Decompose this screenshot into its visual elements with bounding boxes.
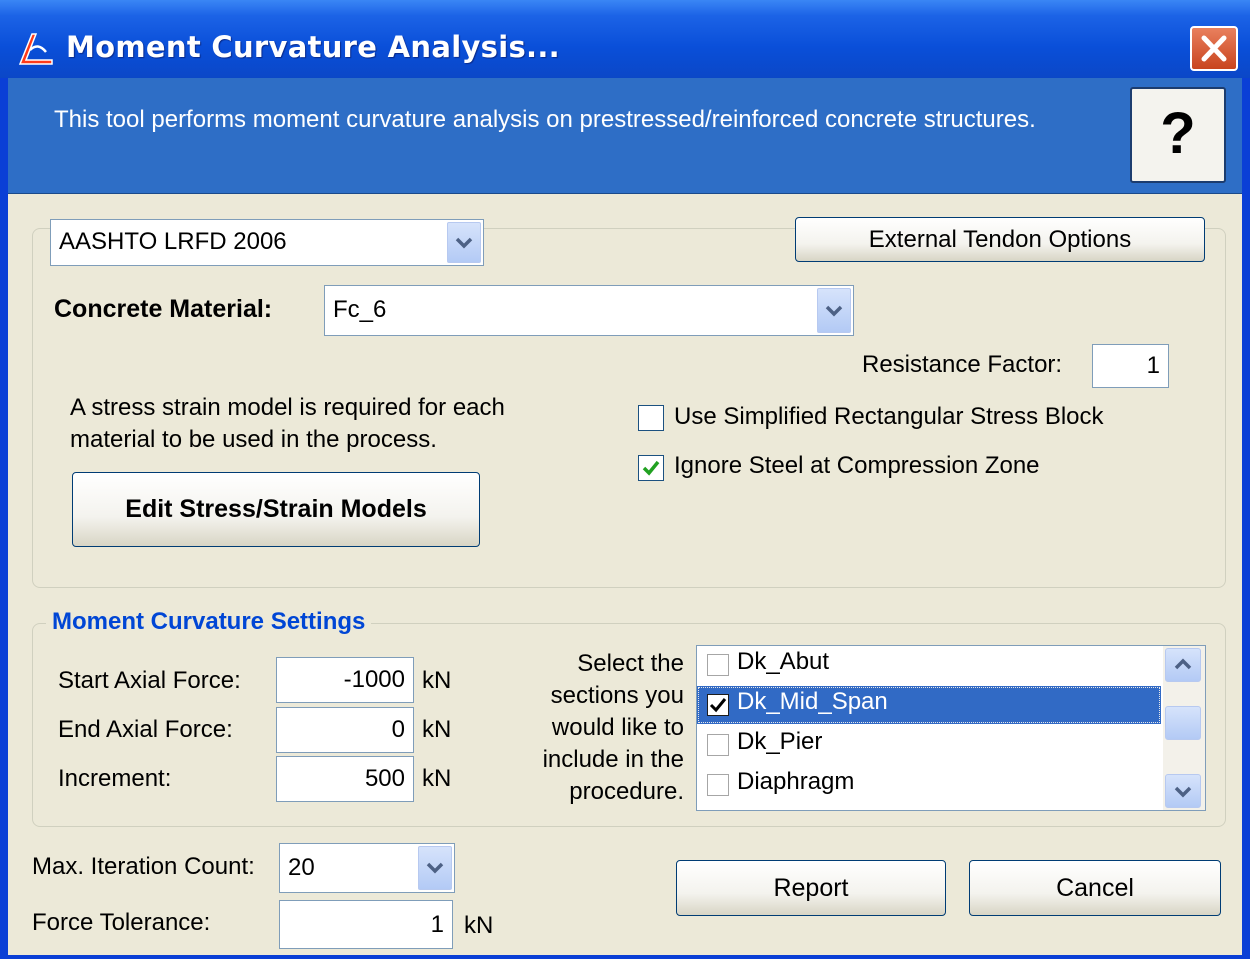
resistance-factor-label: Resistance Factor: <box>862 351 1063 378</box>
list-item[interactable]: Dk_Abut <box>697 646 1161 684</box>
title-bar[interactable]: Moment Curvature Analysis... <box>0 0 1250 78</box>
concrete-material-value: Fc_6 <box>333 296 387 323</box>
chevron-down-icon <box>1174 786 1192 798</box>
chevron-down-icon <box>825 305 843 317</box>
dialog-body: This tool performs moment curvature anal… <box>8 78 1242 955</box>
sections-listbox[interactable]: Dk_Abut Dk_Mid_Span Dk_Pier Diaphragm <box>696 645 1206 811</box>
start-axial-force-input[interactable]: -1000 <box>276 657 414 703</box>
max-iteration-label: Max. Iteration Count: <box>32 853 255 880</box>
ignore-steel-label: Ignore Steel at Compression Zone <box>674 452 1040 479</box>
design-code-select[interactable]: AASHTO LRFD 2006 <box>50 219 484 266</box>
close-button[interactable] <box>1190 26 1238 71</box>
resistance-factor-input[interactable]: 1 <box>1092 344 1169 388</box>
concrete-material-dropdown[interactable] <box>817 288 851 333</box>
stress-model-note: A stress strain model is required for ea… <box>70 394 505 453</box>
select-sections-note: Select the sections you would like to in… <box>542 650 684 805</box>
design-code-value: AASHTO LRFD 2006 <box>59 228 287 255</box>
list-item[interactable]: Dk_Pier <box>697 726 1161 764</box>
increment-label: Increment: <box>58 765 172 792</box>
simplified-stress-block-checkbox[interactable] <box>638 405 664 431</box>
increment-unit: kN <box>422 765 452 792</box>
list-item-checkbox[interactable] <box>707 774 729 796</box>
force-tolerance-input[interactable]: 1 <box>279 900 453 949</box>
max-iteration-dropdown[interactable] <box>418 846 452 890</box>
end-axial-force-label: End Axial Force: <box>58 716 233 743</box>
chevron-up-icon <box>1174 658 1192 670</box>
list-item-checkbox[interactable] <box>707 734 729 756</box>
report-button[interactable]: Report <box>676 860 946 916</box>
description-banner: This tool performs moment curvature anal… <box>8 78 1242 194</box>
scroll-down-button[interactable] <box>1165 774 1201 808</box>
help-button[interactable]: ? <box>1130 87 1226 183</box>
dialog-window: Moment Curvature Analysis... This tool p… <box>0 0 1250 959</box>
checkmark-icon <box>709 698 727 713</box>
list-item-checkbox[interactable] <box>707 694 729 716</box>
force-tolerance-label: Force Tolerance: <box>32 909 211 936</box>
max-iteration-value: 20 <box>288 854 315 881</box>
chevron-down-icon <box>426 862 444 874</box>
end-axial-force-unit: kN <box>422 716 452 743</box>
list-item[interactable]: Diaphragm <box>697 766 1161 804</box>
increment-input[interactable]: 500 <box>276 756 414 802</box>
list-item-label: Dk_Mid_Span <box>737 688 888 715</box>
external-tendon-options-button[interactable]: External Tendon Options <box>795 217 1205 262</box>
list-item-label: Dk_Pier <box>737 728 823 755</box>
settings-group-title: Moment Curvature Settings <box>46 608 372 636</box>
design-code-dropdown[interactable] <box>447 222 481 263</box>
scroll-up-button[interactable] <box>1165 648 1201 682</box>
sections-scrollbar[interactable] <box>1163 646 1205 810</box>
description-text: This tool performs moment curvature anal… <box>54 106 1036 133</box>
close-icon <box>1201 35 1227 62</box>
list-item-checkbox[interactable] <box>707 654 729 676</box>
app-logo-icon <box>18 33 53 65</box>
cancel-button[interactable]: Cancel <box>969 860 1221 916</box>
window-title: Moment Curvature Analysis... <box>66 30 560 64</box>
end-axial-force-input[interactable]: 0 <box>276 707 414 753</box>
start-axial-force-unit: kN <box>422 667 452 694</box>
concrete-material-label: Concrete Material: <box>54 295 273 323</box>
concrete-material-select[interactable]: Fc_6 <box>324 285 854 336</box>
max-iteration-select[interactable]: 20 <box>279 843 455 893</box>
edit-stress-strain-models-button[interactable]: Edit Stress/Strain Models <box>72 472 480 547</box>
chevron-down-icon <box>455 237 473 249</box>
checkmark-icon <box>642 460 660 476</box>
scroll-thumb[interactable] <box>1165 706 1201 740</box>
simplified-stress-block-label: Use Simplified Rectangular Stress Block <box>674 403 1104 430</box>
force-tolerance-unit: kN <box>464 912 494 939</box>
ignore-steel-checkbox[interactable] <box>638 455 664 481</box>
start-axial-force-label: Start Axial Force: <box>58 667 241 694</box>
list-item-label: Dk_Abut <box>737 648 830 675</box>
list-item-label: Diaphragm <box>737 768 855 795</box>
list-item-selected[interactable]: Dk_Mid_Span <box>697 686 1161 724</box>
